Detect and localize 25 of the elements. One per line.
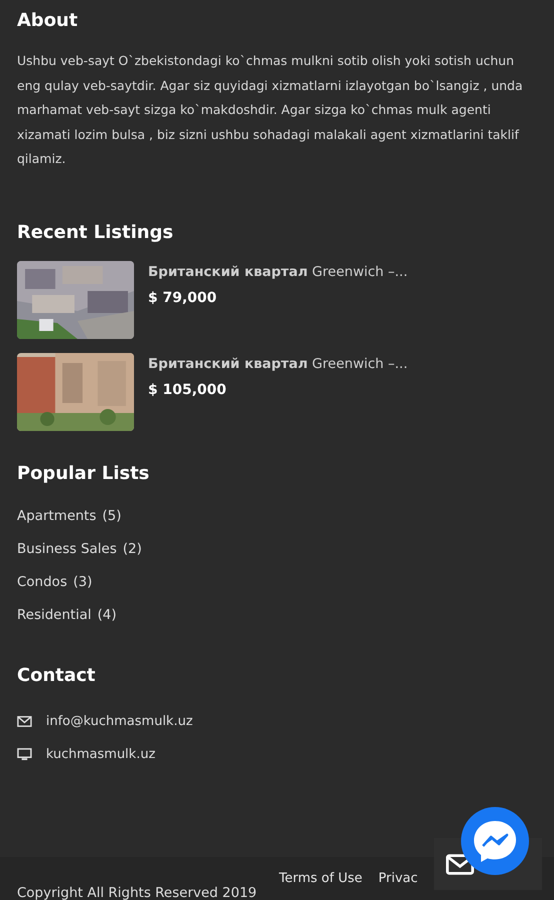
copyright-text: Copyright All Rights Reserved 2019 [17,885,257,900]
category-link[interactable]: Residential [17,604,92,624]
monitor-icon [17,748,32,761]
contact-text: kuchmasmulk.uz [46,746,156,764]
category-link[interactable]: Apartments [17,506,96,526]
category-count: (5) [102,506,122,526]
category-count: (2) [122,540,142,558]
listing-title[interactable]: Британский квартал Greenwich –... [148,356,408,372]
section-title: Contact [17,664,96,686]
category-link[interactable]: Condos [17,572,68,592]
contact-text: info@kuchmasmulk.uz [46,712,193,730]
category-count: (3) [73,572,92,592]
footer-link[interactable]: Privac [378,871,418,886]
listing-title[interactable]: Британский квартал Greenwich –... [148,264,408,280]
about-paragraph: Ushbu veb-sayt O`zbekistondagi ko`chmas mulkni sotib olish yoki sotish uchun eng qulay veb-saytdir. Agar siz quyidagi xizmatlarni izlayotgan bo`lsangiz , unda marhamat veb-sayt sizga ko`makdoshdir. Agar sizga ko`chmas mulk agenti xizamati lozim bulsa , biz sizni ushbu sohadagi malakali agent xizmatlarini taklif qilamiz. [17,52,524,168]
listing-price: $ 79,000 [148,290,217,306]
chat-bubble-icon[interactable] [461,807,529,875]
footer-link[interactable]: Terms of Use [279,871,362,886]
listing-price: $ 105,000 [148,382,226,398]
category-link[interactable]: Business Sales [17,538,117,558]
envelope-icon [17,715,32,728]
section-title: Popular Lists [17,462,150,484]
section-title: Recent Listings [17,222,174,242]
section-title: About [17,10,78,31]
category-count: (4) [97,606,116,624]
